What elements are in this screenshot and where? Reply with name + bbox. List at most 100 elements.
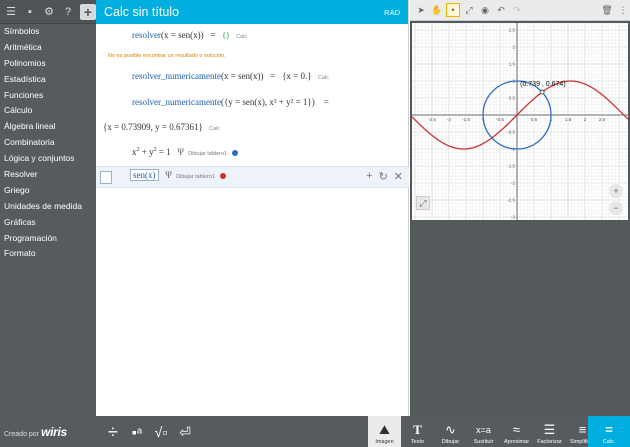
y-tick-label: -1.5 <box>507 164 515 169</box>
function-argument: ({y = sen(x), x² + y² = 1}) <box>220 97 315 107</box>
gear-icon[interactable]: ⚙ <box>42 5 56 19</box>
factorize-button[interactable]: ☰ Factorizar <box>533 416 566 447</box>
equals-sign: = <box>210 30 216 40</box>
draw-label[interactable]: Dibujar tablero1 <box>188 151 227 157</box>
fraction-icon[interactable]: ÷ <box>104 420 122 444</box>
calc-line-2[interactable]: resolver_numericamente(x = sen(x)) = {x … <box>132 71 329 81</box>
function-argument: (x = sen(x)) <box>161 30 204 40</box>
circle-icon[interactable]: ◉ <box>478 3 492 17</box>
point-icon[interactable]: • <box>446 3 460 17</box>
result-value: {x = 0.} <box>282 71 312 81</box>
brand-prefix: Creado por <box>4 431 40 438</box>
line-tools: + ↻ ✕ <box>366 170 403 183</box>
sidebar-item-funciones[interactable]: Funciones <box>0 88 96 104</box>
sidebar-item-aritmetica[interactable]: Aritmética <box>0 40 96 56</box>
undo-icon[interactable]: ↶ <box>494 3 508 17</box>
calc-line-3-result: {x = 0.73909, y = 0.67361} Calc <box>103 122 220 132</box>
hand-icon[interactable]: ✋ <box>430 3 444 17</box>
approximate-button[interactable]: ≈ Aproximar <box>500 416 533 447</box>
close-icon[interactable]: ✕ <box>394 170 403 183</box>
zoom-in-icon[interactable]: + <box>609 184 623 198</box>
calc-label[interactable]: Calc <box>236 34 247 40</box>
calc-line-3[interactable]: resolver_numericamente({y = sen(x), x² +… <box>132 97 329 107</box>
sidebar-item-calculo[interactable]: Cálculo <box>0 103 96 119</box>
x-tick-label: -2.5 <box>428 117 436 122</box>
cursor-icon[interactable]: ➤ <box>414 3 428 17</box>
calc-label[interactable]: Calc <box>209 126 220 132</box>
graph-canvas[interactable]: -2.5 -2 -1.5 -1 -0.5 0.5 1 1.5 2 2.52.521.510.5-0… <box>411 22 629 220</box>
sidebar: ☰ ▪ ⚙ ? + Símbolos Aritmética Polinomios… <box>0 0 96 447</box>
draw-button[interactable]: ∿ Dibujar <box>434 416 467 447</box>
warning-message: No es posible encontrar un resultado o s… <box>108 53 226 59</box>
x-tick-label: 0.5 <box>531 117 538 122</box>
sidebar-item-programacion[interactable]: Programación <box>0 231 96 247</box>
sidebar-item-simbolos[interactable]: Símbolos <box>0 24 96 40</box>
equals-sign: = <box>270 71 276 81</box>
line-marker[interactable] <box>100 171 112 184</box>
calc-line-4[interactable]: x2 + y2 = 1 Ψ Dibujar tablero1 <box>132 147 239 157</box>
zoom-out-icon[interactable]: − <box>609 201 623 215</box>
sqrt-icon[interactable]: √▫ <box>152 420 170 444</box>
substitute-button[interactable]: x=a Sustituir <box>467 416 500 447</box>
sidebar-item-algebra-lineal[interactable]: Álgebra lineal <box>0 119 96 135</box>
draw-icon[interactable]: Ψ <box>177 147 184 157</box>
fullscreen-icon[interactable]: ⤢ <box>416 196 430 210</box>
trash-icon[interactable]: 🗑 <box>600 3 614 17</box>
y-tick-label: 0.5 <box>509 96 516 101</box>
text-button[interactable]: T Texto <box>401 416 434 447</box>
sidebar-item-griego[interactable]: Griego <box>0 183 96 199</box>
new-line-icon[interactable]: ⏎ <box>176 420 194 444</box>
calc-icon: = <box>605 422 613 437</box>
sidebar-item-estadistica[interactable]: Estadística <box>0 72 96 88</box>
segment-icon[interactable]: ⤢ <box>462 3 476 17</box>
y-tick-label: -0.5 <box>507 130 515 135</box>
sidebar-item-formato[interactable]: Formato <box>0 246 96 262</box>
calc-line-5[interactable]: sen(x) Ψ Dibujar tablero1 <box>130 169 227 181</box>
function-name: resolver_numericamente <box>132 71 221 81</box>
color-swatch[interactable] <box>220 172 227 179</box>
calc-document: Calc sin título RAD resolver(x = sen(x))… <box>96 0 409 416</box>
sidebar-item-logica[interactable]: Lógica y conjuntos <box>0 151 96 167</box>
draw-icon[interactable]: Ψ <box>165 170 172 180</box>
document-title[interactable]: Calc sin título <box>104 5 179 19</box>
sidebar-item-unidades[interactable]: Unidades de medida <box>0 199 96 215</box>
refresh-icon[interactable]: ↻ <box>379 170 388 183</box>
save-icon[interactable]: ▪ <box>23 5 37 19</box>
image-button[interactable]: ⛰ Imagen <box>368 416 401 447</box>
angle-mode[interactable]: RAD <box>384 8 400 17</box>
sidebar-item-polinomios[interactable]: Polinomios <box>0 56 96 72</box>
document-header: Calc sin título RAD <box>96 0 408 24</box>
help-icon[interactable]: ? <box>61 5 75 19</box>
x-tick-label: -1.5 <box>462 117 470 122</box>
sidebar-item-graficas[interactable]: Gráficas <box>0 215 96 231</box>
sidebar-item-combinatoria[interactable]: Combinatoria <box>0 135 96 151</box>
y-tick-label: 2.5 <box>509 28 516 33</box>
menu-icon[interactable]: ☰ <box>4 5 18 19</box>
y-tick-label: 1.5 <box>509 62 516 67</box>
sidebar-menu: Símbolos Aritmética Polinomios Estadísti… <box>0 24 96 262</box>
y-tick-label: -2.5 <box>507 198 515 203</box>
color-swatch[interactable] <box>232 149 239 156</box>
calc-label[interactable]: Calc <box>318 75 329 81</box>
exponent: 2 <box>153 147 157 153</box>
brand-logo: wiris <box>41 425 67 439</box>
sidebar-item-resolver[interactable]: Resolver <box>0 167 96 183</box>
draw-label[interactable]: Dibujar tablero1 <box>176 174 215 180</box>
add-button[interactable]: + <box>80 3 96 20</box>
y-tick-label: -3 <box>511 215 515 220</box>
input-expression[interactable]: sen(x) <box>130 169 159 181</box>
add-line-icon[interactable]: + <box>366 170 372 183</box>
equals-sign: = <box>323 97 329 107</box>
approximate-icon: ≈ <box>512 422 521 437</box>
graph-board[interactable]: -2.5 -2 -1.5 -1 -0.5 0.5 1 1.5 2 2.5 2.5 2 1.5 1 0.5 -0… <box>411 22 629 220</box>
expr-rhs: = 1 <box>158 147 171 157</box>
expr-y: + y <box>141 147 154 157</box>
calc-line-1[interactable]: resolver(x = sen(x)) = {} Calc <box>132 30 247 40</box>
redo-icon[interactable]: ↷ <box>510 3 524 17</box>
active-calc-line[interactable]: sen(x) Ψ Dibujar tablero1 + ↻ ✕ <box>96 166 409 188</box>
text-icon: T <box>413 422 422 437</box>
calc-button[interactable]: = Calc. <box>588 416 630 447</box>
power-icon[interactable]: ▪ᵃ <box>128 420 146 444</box>
sidebar-toolbar: ☰ ▪ ⚙ ? + <box>0 0 96 24</box>
menu-dots-icon[interactable]: ⋮ <box>616 3 630 17</box>
